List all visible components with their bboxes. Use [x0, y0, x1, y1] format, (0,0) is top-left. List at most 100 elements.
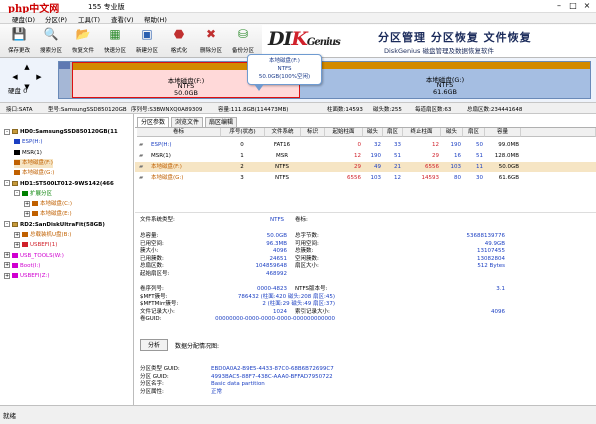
right-arrow-icon[interactable]: ▶ — [34, 72, 44, 82]
table-header[interactable]: 文件系统 — [265, 128, 301, 137]
tree-node[interactable]: 本地磁盘(G:) — [14, 169, 54, 178]
detail-label: 文件记录大小: — [140, 308, 175, 315]
table-row[interactable]: ▰ MSR(1) 1 MSR 12 190 51 29 16 51 128.0MB — [135, 151, 596, 161]
recover-files-button[interactable]: 📂 恢复文件 — [68, 26, 98, 56]
collapse-icon[interactable]: - — [14, 190, 20, 197]
detail-label: 起始扇区号: — [140, 270, 170, 277]
expand-icon[interactable]: + — [14, 241, 20, 248]
new-partition-button[interactable]: ▣ 新建分区 — [132, 26, 162, 56]
guid-value: EBD0A0A2-B9E5-4433-87C0-68B6B72699C7 — [211, 366, 334, 372]
tree-node[interactable]: + USB_TOOLS(W:) — [4, 252, 64, 261]
tree-node[interactable]: - 扩展分区 — [14, 190, 52, 199]
collapse-icon[interactable]: - — [4, 128, 10, 135]
table-header[interactable]: 磁头 — [441, 128, 463, 137]
backup-partition-button[interactable]: ⛁ 备份分区 — [228, 26, 258, 56]
delete-partition-button[interactable]: ✖ 删除分区 — [196, 26, 226, 56]
tab-sector-editor[interactable]: 扇区编辑 — [205, 117, 238, 127]
table-header[interactable]: 扇区 — [463, 128, 485, 137]
expand-icon[interactable]: + — [14, 231, 20, 238]
partition-icon — [14, 159, 20, 165]
tree-node[interactable]: + USBEFI(1) — [14, 241, 57, 250]
collapse-icon[interactable]: - — [4, 221, 10, 228]
up-arrow-icon[interactable]: ▲ — [22, 62, 32, 72]
menu-bar: 硬盘(D) 分区(P) 工具(T) 查看(V) 帮助(H) — [0, 13, 596, 24]
detail-value: 104859648 — [255, 263, 288, 269]
table-cell — [301, 140, 323, 150]
quick-partition-button[interactable]: ▦ 快速分区 — [100, 26, 130, 56]
guid-value: 正常 — [211, 388, 223, 395]
status-text: 就绪 — [3, 412, 16, 420]
menu-disk[interactable]: 硬盘(D) — [12, 14, 35, 24]
collapse-icon[interactable]: - — [4, 180, 10, 186]
save-button[interactable]: 💾 保存更改 — [4, 26, 34, 56]
tree-node[interactable]: + Boot(I:) — [4, 262, 40, 271]
minimize-icon[interactable]: – — [552, 1, 566, 11]
tree-node[interactable]: - RD2:SanDiskUltraFit(58GB) — [4, 221, 105, 230]
tree-node[interactable]: 本地磁盘(F:) — [14, 158, 53, 168]
close-icon[interactable]: × — [580, 1, 594, 11]
analyze-button[interactable]: 分析 — [140, 339, 168, 351]
guid-label: 分区 GUID: — [140, 373, 169, 380]
search-icon: 🔍 — [43, 27, 59, 41]
expand-icon[interactable]: + — [4, 272, 10, 279]
tree-node[interactable]: ESP(H:) — [14, 138, 43, 147]
table-cell: 16 — [454, 153, 461, 159]
tree-node[interactable]: + 本地磁盘(E:) — [24, 210, 72, 219]
table-cell: 51 — [476, 153, 483, 159]
segment-esp[interactable] — [59, 62, 70, 98]
tab-browse-files[interactable]: 浏览文件 — [171, 117, 204, 127]
detail-label: 总簇数: — [295, 248, 314, 254]
table-header[interactable]: 卷标 — [137, 128, 221, 137]
table-cell: MSR — [275, 153, 289, 159]
table-cell: ESP(H:) — [151, 142, 172, 148]
format-button[interactable]: ⬣ 格式化 — [164, 26, 194, 56]
left-arrow-icon[interactable]: ◀ — [10, 72, 20, 82]
detail-label: $MFTMirr簇号: — [140, 301, 179, 307]
disk-info-bar: 接口:SATA 型号:SamsungSSD850120GB 序列号:S3BWNX… — [0, 102, 596, 114]
menu-partition[interactable]: 分区(P) — [45, 14, 67, 24]
tree-node[interactable]: MSR(1) — [14, 149, 42, 158]
detail-value: 4096 — [491, 308, 505, 315]
table-header[interactable]: 终止柱面 — [403, 128, 441, 137]
serial-info: 序列号:S3BWNXQ0A89309 — [131, 107, 203, 113]
tree-node[interactable]: + USBEFI(Z:) — [4, 272, 49, 281]
detail-label: 已用簇数: — [140, 255, 164, 262]
partition-table: 卷标 序号(状态) 文件系统 标识 起始柱面 磁头 扇区 终止柱面 磁头 扇区 容量 ▰ ESP(H:)… — [135, 127, 596, 203]
table-row[interactable]: ▰ 本地磁盘(F:) 2 NTFS 29 49 21 6556 103 11 50.0GB — [135, 162, 596, 172]
tree-node-label: USBEFI(Z:) — [20, 273, 50, 280]
status-bar: 就绪 — [0, 405, 596, 424]
expand-icon[interactable]: + — [24, 200, 30, 207]
table-header[interactable]: 起始柱面 — [325, 128, 363, 137]
expand-icon[interactable]: + — [4, 262, 10, 269]
expand-icon[interactable]: + — [4, 252, 10, 259]
table-row[interactable]: ▰ 本地磁盘(G:) 3 NTFS 6556 103 12 14593 80 30 61.6GB — [135, 173, 596, 183]
volume-label-label: 卷标: — [295, 217, 308, 223]
table-cell — [301, 151, 323, 161]
table-header[interactable]: 序号(状态) — [221, 128, 265, 137]
table-header[interactable]: 容量 — [485, 128, 521, 137]
table-cell: 30 — [476, 175, 483, 181]
tree-node-label: 本地磁盘(C:) — [40, 201, 72, 208]
guid-label: 分区属性: — [140, 388, 164, 395]
table-header[interactable]: 扇区 — [383, 128, 403, 137]
tree-node-label: USBEFI(1) — [30, 242, 58, 249]
analyze-label: 数据分配情况图: — [175, 343, 220, 350]
menu-view[interactable]: 查看(V) — [111, 14, 134, 24]
tree-node[interactable]: - HD0:SamsungSSD850120GB(11 — [4, 128, 118, 137]
menu-help[interactable]: 帮助(H) — [144, 14, 167, 24]
tree-node[interactable]: + 总载装机U盘(B:) — [14, 231, 71, 240]
expand-icon[interactable]: + — [24, 210, 30, 217]
segment-g[interactable]: 本地磁盘(G:) NTFS 61.6GB — [300, 62, 590, 98]
tab-partition-params[interactable]: 分区参数 — [137, 117, 170, 127]
search-partition-button[interactable]: 🔍 搜索分区 — [36, 26, 66, 56]
table-header[interactable]: 磁头 — [363, 128, 383, 137]
tree-node[interactable]: + 本地磁盘(C:) — [24, 200, 72, 209]
maximize-icon[interactable]: □ — [566, 1, 580, 11]
fs-type-label: 文件系统类型: — [140, 217, 175, 223]
table-header[interactable]: 标识 — [301, 128, 325, 137]
tree-node[interactable]: - HD1:ST500LT012-9WS142(466 — [4, 180, 114, 189]
table-cell: 190 — [450, 142, 462, 148]
menu-tools[interactable]: 工具(T) — [78, 14, 100, 24]
table-cell: 128.0MB — [494, 153, 519, 159]
table-row[interactable]: ▰ ESP(H:) 0 FAT16 0 32 33 12 190 50 99.0MB — [135, 140, 596, 150]
